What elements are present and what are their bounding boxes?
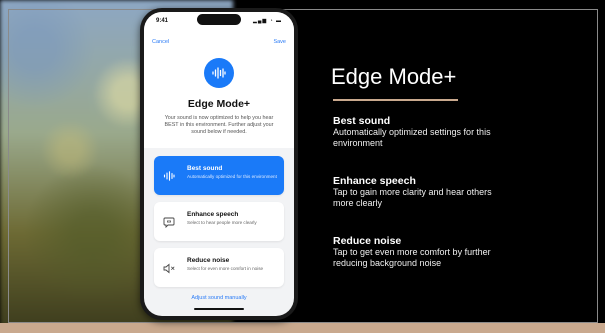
feature-enhance-speech: Enhance speech Tap to gain more clarity … [333,175,553,208]
waveform-icon [204,58,234,88]
feature-description: Automatically optimized settings for thi… [333,127,491,148]
speech-bubble-icon [162,215,176,229]
mode-title: Edge Mode+ [187,98,251,110]
feature-description: Tap to get even more comfort by further … [333,247,491,268]
option-reduce-noise[interactable]: Reduce noise Select for even more comfor… [154,248,284,287]
feature-reduce-noise: Reduce noise Tap to get even more comfor… [333,235,553,268]
accent-bar [0,323,605,333]
option-description: Select to hear people more clearly [187,220,257,225]
nav-bar: Cancel Save [144,34,294,50]
notch [197,14,241,25]
option-description: Automatically optimized for this environ… [187,174,277,179]
option-title: Reduce noise [187,257,230,264]
option-title: Enhance speech [187,211,239,218]
feature-title: Best sound [333,115,391,127]
feature-best-sound: Best sound Automatically optimized setti… [333,115,553,148]
home-indicator [194,308,244,310]
mode-header: Edge Mode+ Your sound is now optimized t… [144,50,294,148]
status-icons: ▂▄▆ ◔ ▬ [252,18,282,24]
phone-mockup: 9:41 ▂▄▆ ◔ ▬ Cancel Save Edge Mode+ Your… [140,8,298,320]
status-time: 9:41 [156,18,169,24]
save-button[interactable]: Save [273,39,286,45]
option-description: Select for even more comfort in noise [187,266,264,271]
slide: 9:41 ▂▄▆ ◔ ▬ Cancel Save Edge Mode+ Your… [0,0,605,333]
feature-title: Reduce noise [333,235,402,247]
feature-description: Tap to gain more clarity and hear others… [333,187,492,208]
option-enhance-speech[interactable]: Enhance speech Select to hear people mor… [154,202,284,241]
feature-title: Enhance speech [333,175,416,187]
title-underline [333,99,458,101]
status-bar: 9:41 ▂▄▆ ◔ ▬ [144,12,294,34]
mode-description: Your sound is now optimized to help you … [164,115,274,135]
cancel-button[interactable]: Cancel [152,39,169,45]
adjust-sound-link[interactable]: Adjust sound manually [144,295,294,301]
speaker-icon [162,261,176,275]
option-best-sound[interactable]: Best sound Automatically optimized for t… [154,156,284,195]
slide-title: Edge Mode+ [331,64,457,89]
phone-screen: 9:41 ▂▄▆ ◔ ▬ Cancel Save Edge Mode+ Your… [144,12,294,316]
option-title: Best sound [187,165,223,172]
waveform-icon [162,169,176,183]
